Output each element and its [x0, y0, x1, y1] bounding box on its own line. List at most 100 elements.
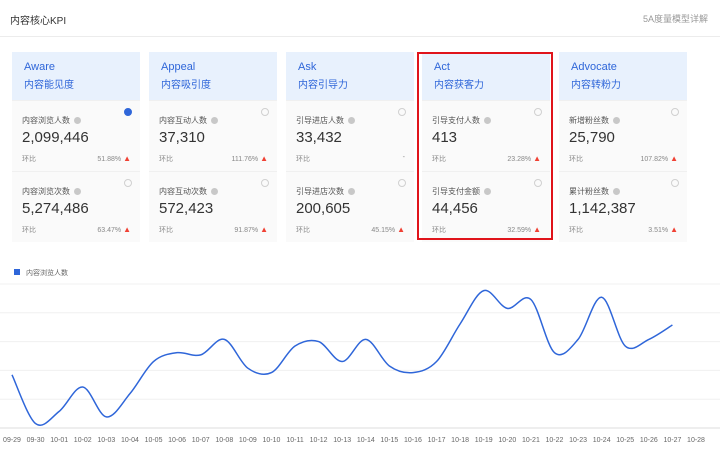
x-tick-label: 10-27	[663, 437, 681, 444]
info-icon[interactable]	[348, 117, 355, 124]
metric-card-store-visitors[interactable]: 引导进店人数 33,432 环比 -	[286, 100, 414, 171]
column-title-cn: 内容引导力	[298, 80, 348, 91]
metric-card-new-fans[interactable]: 新增粉丝数 25,790 环比 107.82% ▲	[559, 100, 687, 171]
info-icon[interactable]	[74, 188, 81, 195]
check-icon[interactable]	[124, 108, 132, 116]
legend-swatch	[14, 269, 20, 275]
metric-value: 33,432	[296, 129, 342, 146]
x-tick-label: 10-09	[239, 437, 257, 444]
metric-value: 37,310	[159, 129, 205, 146]
metric-card-content-views[interactable]: 内容浏览次数 5,274,486 环比 63.47% ▲	[12, 171, 140, 242]
metric-label: 内容互动次数	[159, 187, 207, 196]
info-icon[interactable]	[613, 117, 620, 124]
x-tick-label: 10-12	[310, 437, 328, 444]
compare-label: 环比	[22, 156, 36, 163]
x-tick-label: 10-13	[333, 437, 351, 444]
x-tick-label: 10-10	[262, 437, 280, 444]
info-icon[interactable]	[348, 188, 355, 195]
x-tick-label: 10-14	[357, 437, 375, 444]
info-icon[interactable]	[74, 117, 81, 124]
x-tick-label: 10-28	[687, 437, 705, 444]
x-tick-label: 10-17	[428, 437, 446, 444]
metric-value: 572,423	[159, 200, 214, 217]
x-tick-label: 10-01	[50, 437, 68, 444]
up-arrow-icon: ▲	[397, 225, 405, 234]
column-ask: Ask 内容引导力 引导进店人数 33,432 环比 - 引导进店次数 200,…	[286, 52, 414, 242]
column-header-appeal[interactable]: Appeal 内容吸引度	[149, 52, 277, 100]
metric-card-interaction-count[interactable]: 内容互动次数 572,423 环比 91.87% ▲	[149, 171, 277, 242]
compare-percent: 3.51%	[648, 227, 669, 234]
metric-label: 内容浏览次数	[22, 187, 70, 196]
x-tick-label: 10-08	[215, 437, 233, 444]
column-header-aware[interactable]: Aware 内容能见度	[12, 52, 140, 100]
metric-label: 新增粉丝数	[569, 116, 609, 125]
x-tick-label: 10-25	[616, 437, 634, 444]
x-tick-label: 10-23	[569, 437, 587, 444]
metric-label: 引导进店次数	[296, 187, 344, 196]
check-icon[interactable]	[261, 108, 269, 116]
kpi-header: 内容核心KPI 5A度量模型详解	[0, 0, 720, 37]
column-header-ask[interactable]: Ask 内容引导力	[286, 52, 414, 100]
column-aware: Aware 内容能见度 内容浏览人数 2,099,446 环比 51.88% ▲…	[12, 52, 140, 242]
info-icon[interactable]	[211, 117, 218, 124]
up-arrow-icon: ▲	[670, 154, 678, 163]
metric-card-interaction-users[interactable]: 内容互动人数 37,310 环比 111.76% ▲	[149, 100, 277, 171]
x-tick-label: 10-15	[380, 437, 398, 444]
info-icon[interactable]	[211, 188, 218, 195]
metric-card-store-visits[interactable]: 引导进店次数 200,605 环比 45.15% ▲	[286, 171, 414, 242]
column-title-cn: 内容能见度	[24, 80, 74, 91]
compare-percent: 51.88%	[97, 156, 122, 163]
compare-percent: 45.15%	[371, 227, 396, 234]
check-icon[interactable]	[671, 108, 679, 116]
column-header-advocate[interactable]: Advocate 内容转粉力	[559, 52, 687, 100]
check-icon[interactable]	[398, 179, 406, 187]
compare-percent: 111.76%	[231, 156, 259, 163]
check-icon[interactable]	[124, 179, 132, 187]
up-arrow-icon: ▲	[260, 225, 268, 234]
metric-value: 200,605	[296, 200, 351, 217]
series-line[interactable]	[11, 289, 673, 426]
column-title-en: Ask	[298, 61, 317, 73]
x-tick-label: 10-11	[286, 437, 303, 444]
metric-value: 5,274,486	[22, 200, 89, 217]
metric-value: 25,790	[569, 129, 615, 146]
x-tick-label: 10-24	[593, 437, 611, 444]
x-tick-label: 10-21	[522, 437, 540, 444]
column-title-en: Aware	[24, 61, 55, 73]
metric-value: 2,099,446	[22, 129, 89, 146]
legend-label: 内容浏览人数	[26, 270, 68, 277]
trend-line-chart[interactable]: 09-29 09-30 10-01 10-02 10-03 10-04 10-05 10-06…	[0, 280, 720, 452]
up-arrow-icon: ▲	[670, 225, 678, 234]
model-detail-link[interactable]: 5A度量模型详解	[643, 12, 708, 25]
metric-label: 内容浏览人数	[22, 116, 70, 125]
up-arrow-icon: ▲	[123, 154, 131, 163]
x-tick-label: 10-16	[404, 437, 422, 444]
compare-label: 环比	[569, 156, 583, 163]
up-arrow-icon: ▲	[260, 154, 268, 163]
x-tick-label: 10-26	[640, 437, 658, 444]
x-tick-label: 10-06	[168, 437, 186, 444]
x-tick-label: 09-30	[27, 437, 45, 444]
x-tick-label: 10-05	[145, 437, 163, 444]
column-title-en: Appeal	[161, 61, 196, 73]
check-icon[interactable]	[261, 179, 269, 187]
chart-legend[interactable]: 内容浏览人数	[14, 268, 68, 278]
check-icon[interactable]	[398, 108, 406, 116]
metric-label: 引导进店人数	[296, 116, 344, 125]
x-tick-label: 10-18	[451, 437, 469, 444]
compare-label: 环比	[296, 156, 310, 163]
column-title-cn: 内容转粉力	[571, 80, 621, 91]
metric-card-total-fans[interactable]: 累计粉丝数 1,142,387 环比 3.51% ▲	[559, 171, 687, 242]
info-icon[interactable]	[613, 188, 620, 195]
x-tick-label: 10-20	[498, 437, 516, 444]
compare-percent: 91.87%	[234, 227, 259, 234]
x-tick-label: 10-04	[121, 437, 139, 444]
metric-card-content-viewers[interactable]: 内容浏览人数 2,099,446 环比 51.88% ▲	[12, 100, 140, 171]
column-title-cn: 内容吸引度	[161, 80, 211, 91]
metric-value: 1,142,387	[569, 200, 636, 217]
check-icon[interactable]	[671, 179, 679, 187]
column-appeal: Appeal 内容吸引度 内容互动人数 37,310 环比 111.76% ▲ …	[149, 52, 277, 242]
x-tick-label: 09-29	[3, 437, 21, 444]
x-tick-label: 10-02	[74, 437, 92, 444]
metric-label: 累计粉丝数	[569, 187, 609, 196]
